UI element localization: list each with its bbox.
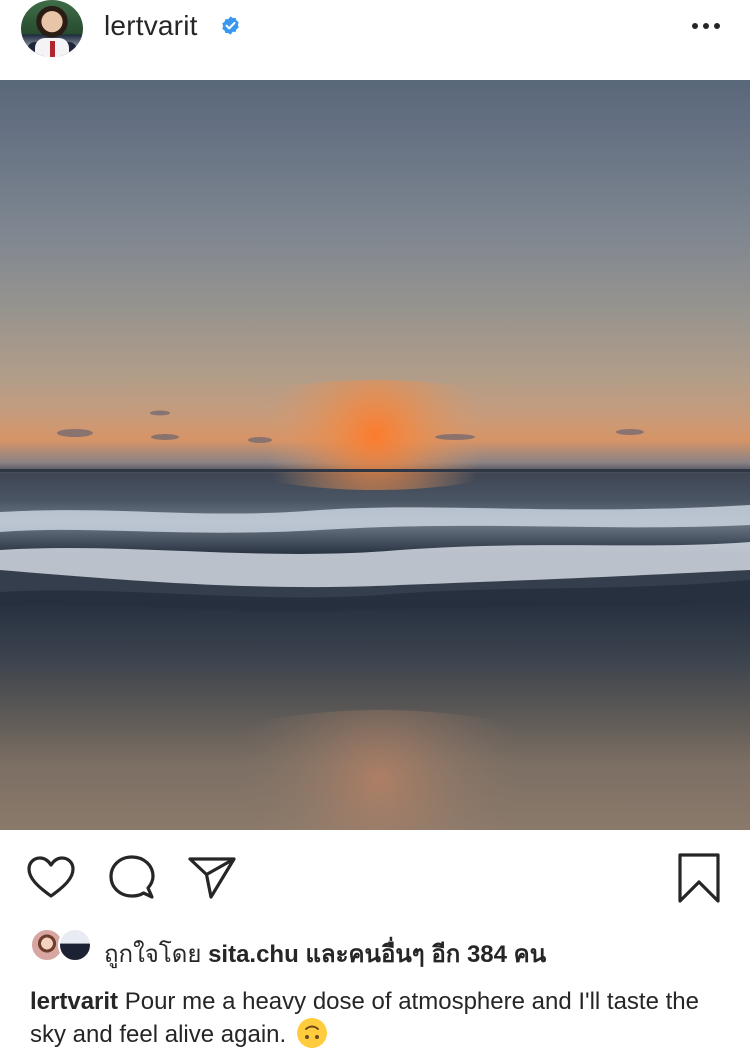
action-bar: [0, 830, 750, 926]
bookmark-icon[interactable]: [677, 852, 721, 904]
post-username[interactable]: lertvarit: [104, 10, 198, 42]
post-header: lertvarit: [0, 0, 750, 80]
likes-count[interactable]: และคนอื่นๆ อีก 384 คน: [305, 941, 546, 968]
send-icon[interactable]: [187, 856, 237, 900]
sunset-beach-image: [0, 380, 750, 830]
post-caption: lertvarit Pour me a heavy dose of atmosp…: [30, 986, 730, 1051]
liker-avatar: [58, 928, 92, 962]
avatar-tie: [50, 41, 55, 57]
heart-icon[interactable]: [27, 856, 75, 900]
post-photo[interactable]: [0, 80, 750, 830]
liker-username[interactable]: sita.chu: [208, 941, 299, 968]
upside-down-face-emoji-icon: 🙃: [296, 1018, 327, 1048]
comment-icon[interactable]: [108, 854, 156, 902]
more-horizontal-icon[interactable]: [690, 18, 722, 34]
likes-prefix: ถูกใจโดย: [104, 941, 202, 968]
caption-username[interactable]: lertvarit: [30, 988, 118, 1015]
caption-text: Pour me a heavy dose of atmosphere and I…: [30, 988, 699, 1048]
likes-summary[interactable]: ถูกใจโดย sita.chu และคนอื่นๆ อีก 384 คน: [104, 934, 546, 973]
verified-badge-icon: [222, 16, 239, 35]
avatar[interactable]: [21, 0, 83, 57]
